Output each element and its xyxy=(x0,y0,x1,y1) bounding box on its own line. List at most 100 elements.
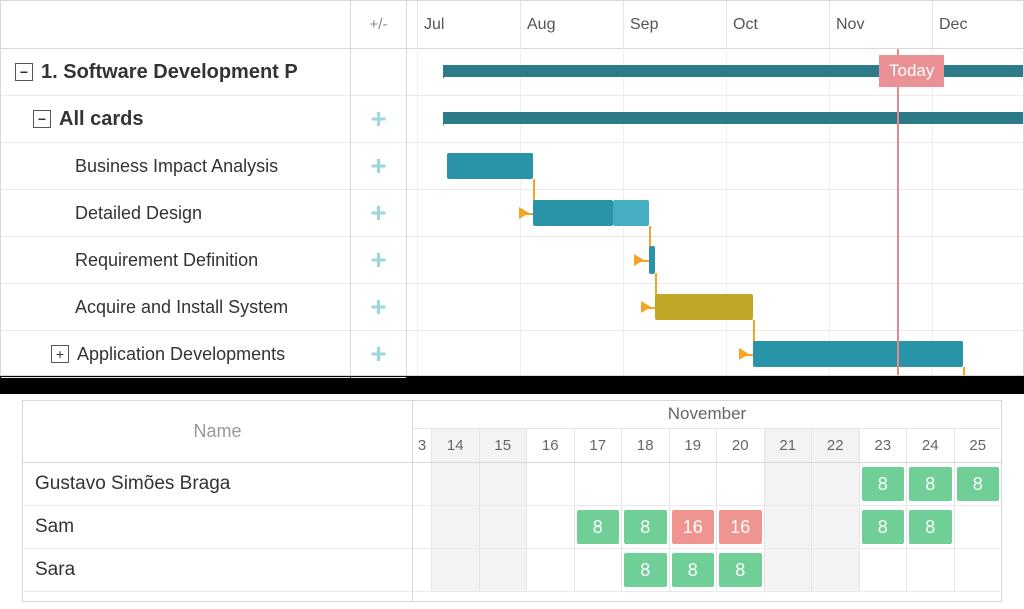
day-header: 14 xyxy=(431,429,479,462)
add-task-icon[interactable]: + xyxy=(370,293,386,321)
add-task-icon[interactable]: + xyxy=(370,152,386,180)
allocation-chip[interactable]: 8 xyxy=(862,467,905,501)
resource-cell[interactable] xyxy=(431,549,479,591)
resource-cell[interactable] xyxy=(526,506,574,548)
resource-cell[interactable] xyxy=(621,463,669,505)
resource-cell[interactable]: 16 xyxy=(669,506,717,548)
resource-cell[interactable]: 16 xyxy=(716,506,764,548)
task-label: 1. Software Development P xyxy=(41,61,298,84)
resource-cell[interactable]: 8 xyxy=(906,463,954,505)
month-label: Dec xyxy=(932,1,967,49)
resource-cell[interactable]: 8 xyxy=(906,506,954,548)
allocation-chip[interactable]: 8 xyxy=(862,510,905,544)
resource-cell[interactable] xyxy=(574,463,622,505)
resource-cell[interactable] xyxy=(413,506,431,548)
person-row[interactable]: Sara xyxy=(23,549,412,592)
resource-cell[interactable] xyxy=(954,506,1002,548)
task-bar-progress[interactable] xyxy=(613,200,649,226)
resource-cell[interactable]: 8 xyxy=(859,463,907,505)
allocation-chip[interactable]: 8 xyxy=(624,510,667,544)
resource-cell[interactable] xyxy=(574,549,622,591)
plus-minus-header: +/- xyxy=(351,1,406,49)
resource-cell[interactable] xyxy=(669,463,717,505)
resource-cell[interactable]: 8 xyxy=(859,506,907,548)
resource-cell[interactable] xyxy=(431,506,479,548)
task-bar[interactable] xyxy=(753,341,963,367)
gantt-chart: − 1. Software Development P − All cards … xyxy=(0,0,1024,376)
resource-cell[interactable] xyxy=(716,463,764,505)
resource-cell[interactable] xyxy=(413,463,431,505)
expand-toggle[interactable]: + xyxy=(51,345,69,363)
allocation-chip[interactable]: 8 xyxy=(624,553,667,587)
resource-row: 88161688 xyxy=(413,506,1001,549)
resource-cell[interactable] xyxy=(764,549,812,591)
month-label: Jul xyxy=(417,1,444,49)
resource-cell[interactable]: 8 xyxy=(621,549,669,591)
resource-cell[interactable] xyxy=(859,549,907,591)
task-row-group[interactable]: − All cards xyxy=(1,96,350,143)
day-header: 19 xyxy=(669,429,717,462)
add-task-icon[interactable]: + xyxy=(370,199,386,227)
summary-bar[interactable] xyxy=(443,112,1023,124)
allocation-chip[interactable]: 8 xyxy=(957,467,1000,501)
gantt-bars-area: Today xyxy=(407,49,1023,375)
allocation-chip[interactable]: 8 xyxy=(909,467,952,501)
allocation-chip[interactable]: 8 xyxy=(672,553,715,587)
resource-name-column: Name Gustavo Simões Braga Sam Sara xyxy=(23,401,413,601)
collapse-toggle[interactable]: − xyxy=(33,110,51,128)
timeline-header: Jul Aug Sep Oct Nov Dec xyxy=(407,1,1023,49)
resource-cell[interactable] xyxy=(811,549,859,591)
person-row[interactable]: Sam xyxy=(23,506,412,549)
resource-cell[interactable] xyxy=(764,463,812,505)
resource-cell[interactable]: 8 xyxy=(621,506,669,548)
allocation-chip[interactable]: 16 xyxy=(719,510,762,544)
milestone[interactable] xyxy=(649,246,655,274)
resource-cell[interactable]: 8 xyxy=(669,549,717,591)
day-header: 23 xyxy=(859,429,907,462)
resource-cell[interactable] xyxy=(811,463,859,505)
task-bar[interactable] xyxy=(447,153,533,179)
resource-cell[interactable] xyxy=(431,463,479,505)
collapse-toggle[interactable]: − xyxy=(15,63,33,81)
add-task-icon[interactable]: + xyxy=(370,105,386,133)
resource-cell[interactable] xyxy=(764,506,812,548)
person-name: Gustavo Simões Braga xyxy=(35,473,230,495)
allocation-chip[interactable]: 8 xyxy=(719,553,762,587)
resource-cell[interactable]: 8 xyxy=(574,506,622,548)
task-label: All cards xyxy=(59,108,143,131)
panel-divider xyxy=(0,376,1024,394)
resource-cell[interactable]: 8 xyxy=(716,549,764,591)
task-row[interactable]: Business Impact Analysis xyxy=(1,143,350,190)
task-row-project[interactable]: − 1. Software Development P xyxy=(1,49,350,96)
resource-cell[interactable] xyxy=(526,549,574,591)
resource-cell[interactable] xyxy=(811,506,859,548)
allocation-chip[interactable]: 8 xyxy=(577,510,620,544)
resource-grid: 88888161688888 xyxy=(413,463,1001,592)
task-row[interactable]: Detailed Design xyxy=(1,190,350,237)
resource-cell[interactable]: 8 xyxy=(954,463,1002,505)
resource-cell[interactable] xyxy=(479,506,527,548)
day-header: 22 xyxy=(811,429,859,462)
allocation-chip[interactable]: 8 xyxy=(909,510,952,544)
allocation-chip[interactable]: 16 xyxy=(672,510,715,544)
resource-cell[interactable] xyxy=(413,549,431,591)
task-row[interactable]: Requirement Definition xyxy=(1,237,350,284)
person-row[interactable]: Gustavo Simões Braga xyxy=(23,463,412,506)
resource-cell[interactable] xyxy=(526,463,574,505)
resource-cell[interactable] xyxy=(479,549,527,591)
gantt-add-column: +/- + + + + + + xyxy=(351,1,407,375)
task-row-group[interactable]: + Application Developments xyxy=(1,331,350,378)
gantt-timeline[interactable]: Jul Aug Sep Oct Nov Dec Today xyxy=(407,1,1023,375)
task-bar[interactable] xyxy=(655,294,753,320)
resource-cell[interactable] xyxy=(906,549,954,591)
month-label: Oct xyxy=(726,1,758,49)
task-label: Application Developments xyxy=(77,344,285,365)
task-row[interactable]: Acquire and Install System xyxy=(1,284,350,331)
add-task-icon[interactable]: + xyxy=(370,246,386,274)
resource-cell[interactable] xyxy=(479,463,527,505)
task-bar[interactable] xyxy=(533,200,613,226)
add-task-icon[interactable]: + xyxy=(370,340,386,368)
month-label: Nov xyxy=(829,1,864,49)
day-header: 20 xyxy=(716,429,764,462)
resource-cell[interactable] xyxy=(954,549,1002,591)
